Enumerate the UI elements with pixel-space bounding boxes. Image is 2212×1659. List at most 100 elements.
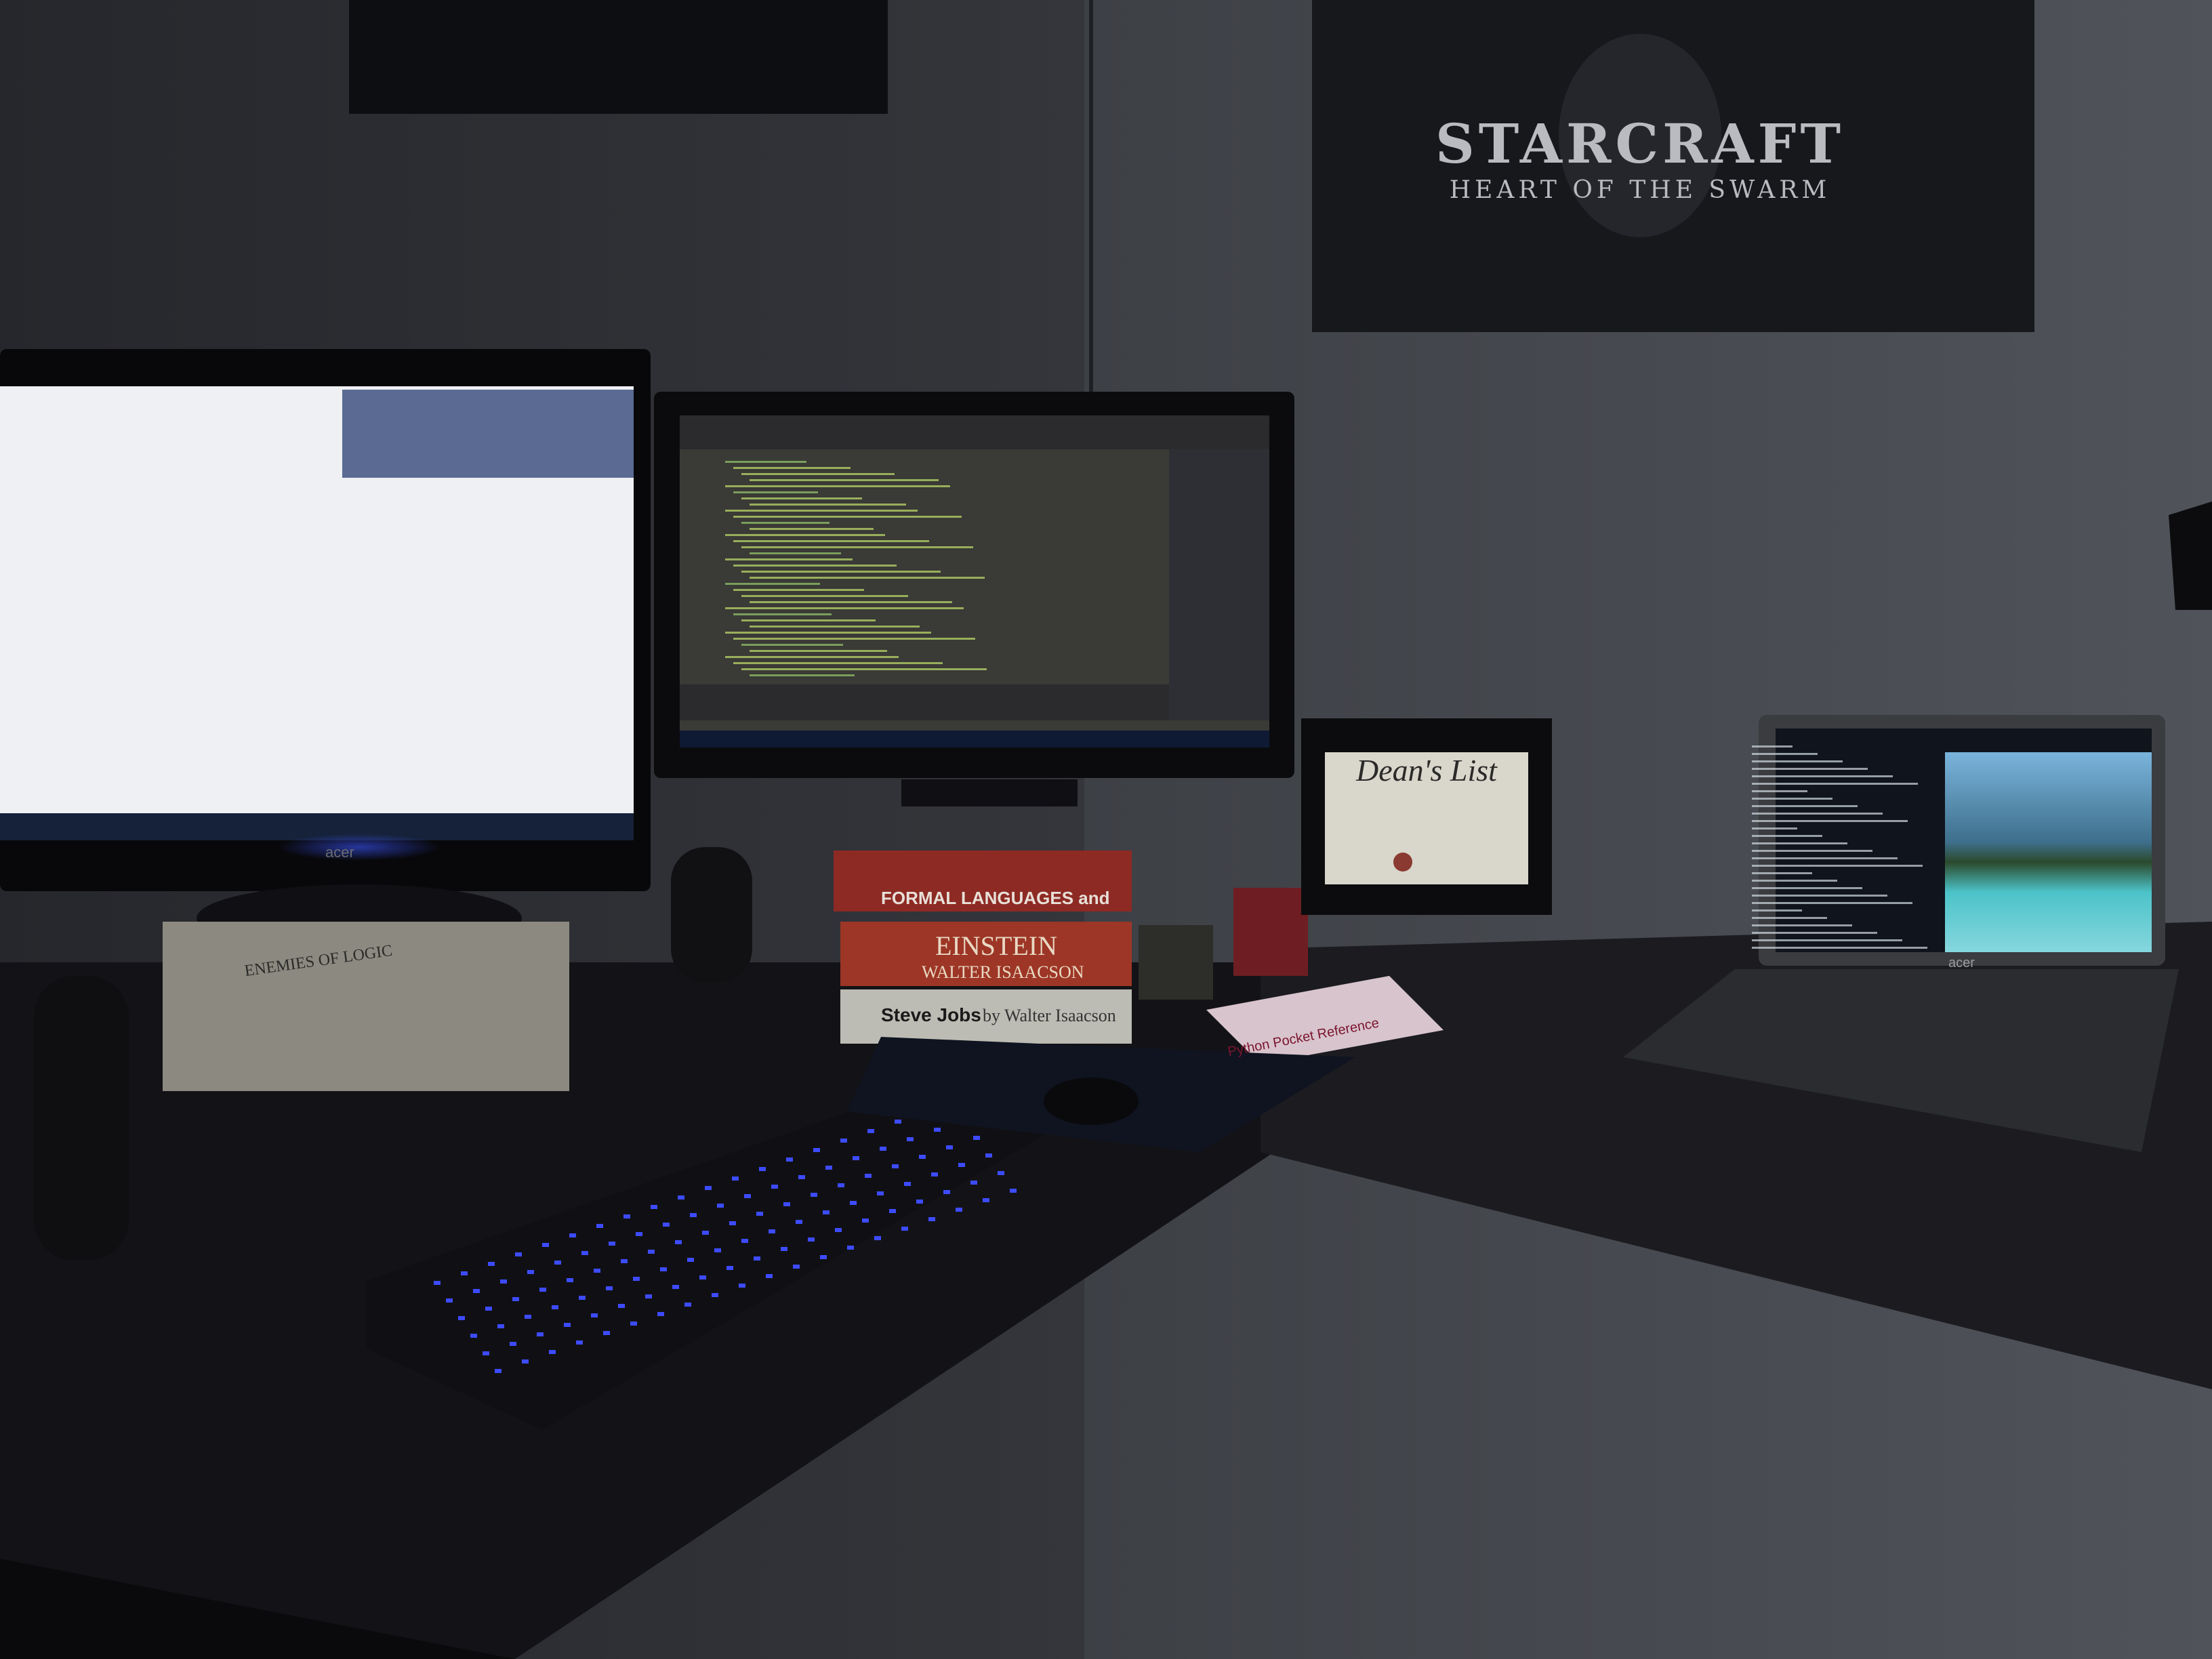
terminal-line [1752,790,1807,792]
code-line [733,491,818,493]
key-light [630,1322,637,1326]
poster-subtitle: HEART OF THE SWARM [1449,176,1831,204]
key-light [931,1172,938,1176]
key-light [663,1223,670,1227]
terminal-line [1752,880,1837,882]
key-light [633,1277,640,1281]
certificate-title: Dean's List [1356,753,1497,787]
key-light [793,1265,800,1269]
key-light [554,1261,561,1265]
code-line [733,613,832,615]
key-light [850,1201,857,1205]
key-light [596,1224,603,1228]
key-light [461,1271,468,1275]
terminal-line [1752,835,1822,837]
key-light [495,1369,501,1373]
terminal-line [1752,775,1893,777]
laptop-wallpaper [1945,752,2152,952]
code-line [725,510,918,512]
key-light [847,1246,854,1250]
key-light [825,1166,832,1170]
code-line [741,546,973,548]
room-scene [0,0,2212,1659]
steve-jobs-spine: Steve Jobs [881,1004,981,1025]
key-light [522,1359,529,1364]
terminal-line [1752,753,1818,755]
certificate-seal [1393,853,1412,872]
terminal-line [1752,872,1812,874]
key-light [811,1193,817,1197]
key-light [744,1194,751,1198]
terminal-line [1752,813,1883,815]
key-light [525,1315,531,1319]
key-light [705,1186,712,1190]
key-light [497,1324,504,1328]
key-light [446,1298,453,1303]
key-light [684,1303,691,1307]
key-light [783,1202,790,1206]
code-line [725,558,853,560]
terminal-line [1752,932,1877,934]
key-light [591,1313,598,1317]
code-line [725,656,899,658]
key-light [919,1155,926,1159]
code-line [733,662,943,664]
key-light [500,1279,507,1284]
key-light [943,1190,950,1194]
terminal-line [1752,887,1862,889]
code-line [741,497,862,499]
formal-languages-spine: FORMAL LANGUAGES and [881,888,1110,908]
ide-solution-explorer [1169,449,1269,720]
center-speaker [671,847,752,983]
code-line [733,540,929,542]
key-light [678,1195,684,1200]
key-light [820,1255,827,1259]
key-light [892,1164,899,1168]
key-light [771,1185,778,1189]
code-line [741,595,908,597]
ide-toolbar [680,415,1269,449]
left-monitor-brand: acer [325,844,354,861]
code-line [733,565,897,567]
key-light [973,1136,980,1140]
key-light [889,1209,896,1213]
code-line [750,577,985,579]
terminal-line [1752,745,1793,747]
code-line [725,607,964,609]
key-light [488,1262,495,1266]
terminal-line [1752,768,1868,770]
key-light [470,1334,477,1338]
key-light [983,1198,989,1202]
key-light [434,1281,441,1285]
key-light [515,1252,522,1256]
terminal-line [1752,842,1847,844]
key-light [539,1288,546,1292]
key-light [485,1307,492,1311]
key-light [542,1243,549,1247]
poster-title: STARCRAFT [1435,112,1845,176]
left-speaker [34,976,129,1261]
left-monitor-image [342,390,634,478]
key-light [645,1294,652,1298]
key-light [699,1275,706,1279]
terminal-line [1752,827,1797,830]
key-light [798,1175,805,1179]
key-light [675,1240,682,1244]
key-light [781,1247,787,1251]
terminal-line [1752,939,1902,941]
code-line [725,583,820,585]
code-line [725,485,950,487]
terminal-line [1752,805,1858,807]
ide-output-pane [680,684,1169,720]
key-light [717,1204,724,1208]
left-monitor-glow [278,834,441,861]
key-light [606,1286,613,1290]
key-light [672,1285,679,1289]
key-light [552,1305,558,1309]
key-light [865,1174,872,1178]
key-light [823,1210,830,1214]
code-line [741,619,876,621]
key-light [609,1242,615,1246]
terminal-line [1752,909,1802,912]
key-light [618,1304,625,1308]
